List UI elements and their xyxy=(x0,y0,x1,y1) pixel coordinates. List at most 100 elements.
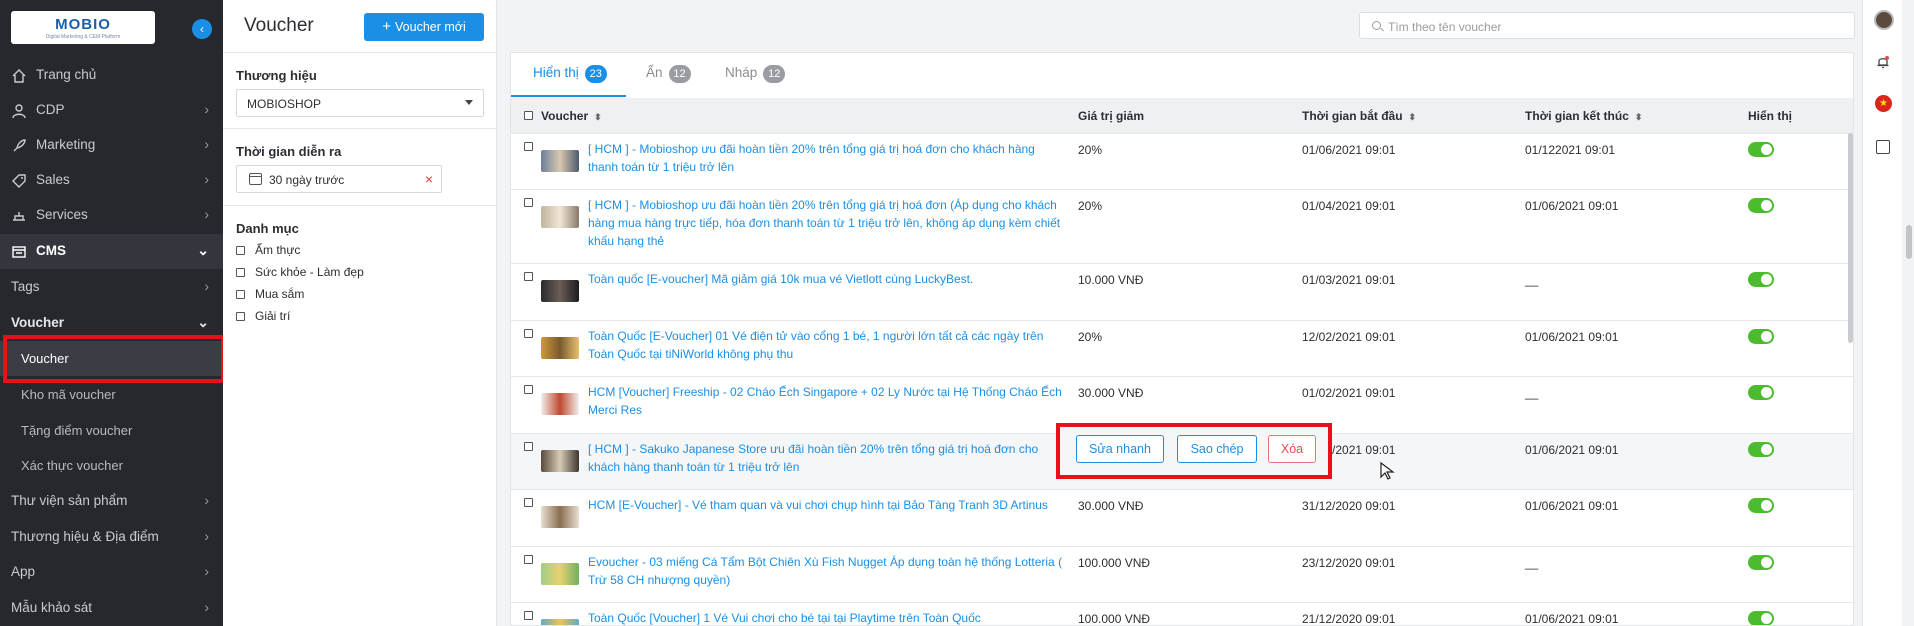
checkbox[interactable] xyxy=(236,290,245,299)
sidebar-subitem-voucher-verify[interactable]: Xác thực voucher xyxy=(0,448,223,483)
vietnam-flag-icon[interactable]: ★ xyxy=(1875,95,1892,112)
divider xyxy=(223,205,497,206)
voucher-thumbnail xyxy=(541,337,579,359)
voucher-name-link[interactable]: Evoucher - 03 miếng Cá Tẩm Bột Chiên Xù … xyxy=(588,553,1066,589)
voucher-thumbnail xyxy=(541,150,579,172)
select-all-checkbox[interactable] xyxy=(524,111,533,120)
logo-brand: MOBIO xyxy=(55,16,111,33)
voucher-thumbnail xyxy=(541,206,579,228)
category-label: Giải trí xyxy=(255,309,291,323)
header-end[interactable]: Thời gian kết thúc ⬍ xyxy=(1525,109,1642,123)
table-row[interactable]: Toàn Quốc [E-Voucher] 01 Vé điện tử vào … xyxy=(511,321,1853,377)
table-row[interactable]: Toàn quốc [E-voucher] Mã giảm giá 10k mu… xyxy=(511,264,1853,321)
filter-panel: Voucher + Voucher mới Thương hiệu MOBIOSH… xyxy=(223,0,497,626)
new-voucher-button[interactable]: + Voucher mới xyxy=(364,13,484,41)
collapse-sidebar-button[interactable]: ‹ xyxy=(192,19,212,39)
visibility-toggle[interactable] xyxy=(1748,611,1774,625)
visibility-toggle[interactable] xyxy=(1748,442,1774,457)
voucher-thumbnail xyxy=(541,563,579,585)
app-root: MOBIO Digital Marketing & CEM Platform ‹… xyxy=(0,0,1914,626)
visibility-toggle[interactable] xyxy=(1748,385,1774,400)
voucher-name-link[interactable]: Toàn quốc [E-voucher] Mã giảm giá 10k mu… xyxy=(588,270,1066,288)
table-scrollbar[interactable] xyxy=(1848,133,1853,343)
sidebar-item-services[interactable]: Services › xyxy=(0,198,223,233)
sidebar-item-product-library[interactable]: Thư viện sản phẩm › xyxy=(0,484,223,519)
logo[interactable]: MOBIO Digital Marketing & CEM Platform xyxy=(11,11,155,44)
sidebar-item-cdp[interactable]: CDP › xyxy=(0,93,223,128)
table-row[interactable]: HCM [E-Voucher] - Vé tham quan và vui ch… xyxy=(511,490,1853,547)
sidebar-item-tags[interactable]: Tags › xyxy=(0,270,223,305)
divider xyxy=(223,52,497,53)
category-option[interactable]: Ẩm thực xyxy=(236,243,300,257)
voucher-name-link[interactable]: HCM [Voucher] Freeship - 02 Cháo Ếch Sin… xyxy=(588,383,1066,419)
table-row[interactable]: Toàn Quốc [Voucher] 1 Vé Vui chơi cho bé… xyxy=(511,603,1853,626)
page-scrollbar[interactable] xyxy=(1904,0,1914,626)
chevron-right-icon: › xyxy=(204,492,209,508)
row-checkbox[interactable] xyxy=(524,555,533,564)
calendar-icon xyxy=(249,173,262,185)
discount-value: 30.000 VNĐ xyxy=(1078,386,1144,400)
header-voucher[interactable]: Voucher ⬍ xyxy=(541,109,602,123)
sidebar-item-cms[interactable]: CMS ⌄ xyxy=(0,234,223,269)
sidebar-item-app[interactable]: App › xyxy=(0,555,223,590)
avatar[interactable] xyxy=(1874,10,1894,30)
row-checkbox[interactable] xyxy=(524,611,533,620)
page-scrollbar-thumb[interactable] xyxy=(1906,225,1912,259)
end-time: 01/06/2021 09:01 xyxy=(1525,612,1619,626)
visibility-toggle[interactable] xyxy=(1748,198,1774,213)
voucher-name-link[interactable]: [ HCM ] - Sakuko Japanese Store ưu đãi h… xyxy=(588,440,1066,476)
discount-value: 30.000 VNĐ xyxy=(1078,499,1144,513)
visibility-toggle[interactable] xyxy=(1748,555,1774,570)
header-start[interactable]: Thời gian bắt đầu ⬍ xyxy=(1302,109,1416,123)
checkbox[interactable] xyxy=(236,246,245,255)
sidebar-subitem-voucher-points[interactable]: Tặng điểm voucher xyxy=(0,413,223,448)
voucher-name-link[interactable]: HCM [E-Voucher] - Vé tham quan và vui ch… xyxy=(588,496,1066,514)
voucher-name-link[interactable]: [ HCM ] - Mobioshop ưu đãi hoàn tiền 20%… xyxy=(588,140,1066,176)
voucher-name-link[interactable]: [ HCM ] - Mobioshop ưu đãi hoàn tiền 20%… xyxy=(588,196,1066,250)
category-option[interactable]: Mua sắm xyxy=(236,287,304,301)
visibility-toggle[interactable] xyxy=(1748,142,1774,157)
sidebar-item-brands-locations[interactable]: Thương hiệu & Địa điểm › xyxy=(0,520,223,555)
delete-button[interactable]: Xóa xyxy=(1268,435,1316,463)
sidebar-item-home[interactable]: Trang chủ xyxy=(0,58,223,93)
row-checkbox[interactable] xyxy=(524,498,533,507)
quick-edit-button[interactable]: Sửa nhanh xyxy=(1076,435,1164,463)
voucher-name-link[interactable]: Toàn Quốc [E-Voucher] 01 Vé điện tử vào … xyxy=(588,327,1066,363)
sidebar-item-surveys[interactable]: Mẫu khảo sát › xyxy=(0,591,223,626)
row-checkbox[interactable] xyxy=(524,329,533,338)
checkbox[interactable] xyxy=(236,268,245,277)
end-time: __ xyxy=(1525,273,1539,287)
table-row[interactable]: Evoucher - 03 miếng Cá Tẩm Bột Chiên Xù … xyxy=(511,547,1853,603)
tag-icon xyxy=(12,174,26,188)
row-checkbox[interactable] xyxy=(524,272,533,281)
visibility-toggle[interactable] xyxy=(1748,498,1774,513)
row-checkbox[interactable] xyxy=(524,142,533,151)
sidebar-item-sales[interactable]: Sales › xyxy=(0,163,223,198)
tab-draft[interactable]: Nháp 12 xyxy=(725,65,786,95)
search-input[interactable]: Tìm theo tên voucher xyxy=(1359,12,1855,39)
table-row[interactable]: [ HCM ] - Mobioshop ưu đãi hoàn tiền 20%… xyxy=(511,134,1853,190)
brand-select[interactable]: MOBIOSHOP xyxy=(236,89,484,117)
brand-select-value: MOBIOSHOP xyxy=(247,97,322,111)
visibility-toggle[interactable] xyxy=(1748,272,1774,287)
bell-icon[interactable] xyxy=(1876,55,1890,69)
sidebar: MOBIO Digital Marketing & CEM Platform ‹… xyxy=(0,0,223,626)
sidebar-item-marketing[interactable]: Marketing › xyxy=(0,128,223,163)
category-option[interactable]: Giải trí xyxy=(236,309,290,323)
copy-button[interactable]: Sao chép xyxy=(1177,435,1257,463)
chevron-right-icon: › xyxy=(204,599,209,615)
table-row[interactable]: [ HCM ] - Mobioshop ưu đãi hoàn tiền 20%… xyxy=(511,190,1853,264)
voucher-name-link[interactable]: Toàn Quốc [Voucher] 1 Vé Vui chơi cho bé… xyxy=(588,609,1066,625)
clear-icon[interactable]: × xyxy=(425,171,433,187)
category-option[interactable]: Sức khỏe - Làm đẹp xyxy=(236,265,364,279)
row-checkbox[interactable] xyxy=(524,385,533,394)
checkbox[interactable] xyxy=(236,312,245,321)
row-checkbox[interactable] xyxy=(524,198,533,207)
date-range-field[interactable]: 30 ngày trước × xyxy=(236,165,442,193)
tab-hidden[interactable]: Ẩn 12 xyxy=(646,65,691,95)
package-icon[interactable] xyxy=(1876,140,1890,154)
tab-visible[interactable]: Hiển thị 23 xyxy=(533,65,607,95)
row-checkbox[interactable] xyxy=(524,442,533,451)
visibility-toggle[interactable] xyxy=(1748,329,1774,344)
discount-value: 100.000 VNĐ xyxy=(1078,556,1151,570)
